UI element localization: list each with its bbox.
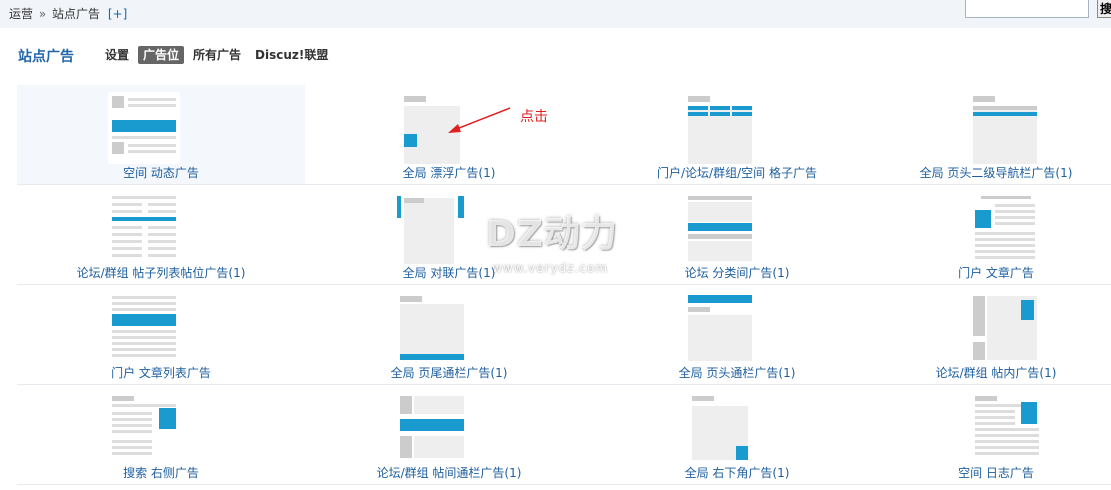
corner-ad-thumb [690, 390, 766, 466]
ad-position-header-banner[interactable]: 全局 页头通栏广告(1) [593, 285, 881, 385]
ad-position-label: 门户 文章列表广告 [111, 366, 211, 380]
ad-position-label: 全局 漂浮广告(1) [402, 166, 496, 180]
thread-inner-ad-thumb [971, 290, 1047, 366]
ad-position-label: 论坛/群组 帖内广告(1) [935, 366, 1057, 380]
ad-position-footer-banner[interactable]: 全局 页尾通栏广告(1) [305, 285, 593, 385]
ad-position-search-right[interactable]: 搜索 右侧广告 [17, 385, 305, 485]
ad-position-label: 搜索 右侧广告 [123, 466, 199, 480]
threadlist-ad-thumb [110, 190, 186, 266]
breadcrumb-root[interactable]: 运营 [9, 7, 33, 21]
subnav-ad-thumb [971, 90, 1047, 166]
ad-position-articlelist[interactable]: 门户 文章列表广告 [17, 285, 305, 385]
ad-position-intercat[interactable]: 论坛 分类间广告(1) [593, 185, 881, 285]
tab-settings[interactable]: 设置 [100, 46, 134, 64]
feed-ad-thumb [106, 90, 182, 166]
top-bar: 运营 » 站点广告 [+] 搜 [0, 0, 1111, 29]
search-input[interactable] [965, 0, 1089, 18]
ad-position-grid-cells[interactable]: 门户/论坛/群组/空间 格子广告 [593, 85, 881, 185]
add-shortcut-link[interactable]: [+] [108, 7, 127, 21]
annotation-arrow-icon [448, 107, 511, 133]
tab-bar: 设置 广告位 所有广告 Discuz!联盟 [100, 46, 333, 64]
breadcrumb-current: 站点广告 [52, 7, 101, 21]
search-right-ad-thumb [110, 390, 186, 466]
ad-position-threadlist[interactable]: 论坛/群组 帖子列表帖位广告(1) [17, 185, 305, 285]
grid-ad-thumb [686, 90, 762, 166]
articlelist-ad-thumb [110, 290, 186, 366]
header-banner-ad-thumb [686, 290, 762, 366]
ad-position-label: 门户 文章广告 [958, 266, 1034, 280]
interthread-ad-thumb [398, 390, 474, 466]
page-title: 站点广告 [18, 49, 74, 65]
ad-position-feed[interactable]: 空间 动态广告 [17, 85, 305, 185]
ad-position-label: 全局 右下角广告(1) [684, 466, 790, 480]
search-button[interactable]: 搜 [1097, 0, 1111, 18]
ad-position-grid: 空间 动态广告 全局 漂浮广告(1) 门户/论坛/群组/空间 格子广告 全局 页… [17, 85, 1111, 485]
tab-discuz-union[interactable]: Discuz!联盟 [250, 46, 333, 64]
tab-all-ads[interactable]: 所有广告 [188, 46, 246, 64]
ad-position-subnav[interactable]: 全局 页头二级导航栏广告(1) [881, 85, 1111, 185]
ad-position-interthread[interactable]: 论坛/群组 帖间通栏广告(1) [305, 385, 593, 485]
ad-position-label: 全局 页头二级导航栏广告(1) [919, 166, 1073, 180]
couplet-ad-thumb [392, 190, 468, 266]
breadcrumb: 运营 » 站点广告 [+] [9, 5, 127, 22]
ad-position-label: 论坛 分类间广告(1) [684, 266, 790, 280]
ad-position-label: 全局 页尾通栏广告(1) [390, 366, 508, 380]
article-ad-thumb [973, 190, 1049, 266]
ad-position-article[interactable]: 门户 文章广告 [881, 185, 1111, 285]
intercat-ad-thumb [686, 190, 762, 266]
ad-position-label: 全局 对联广告(1) [402, 266, 496, 280]
breadcrumb-separator: » [38, 7, 47, 21]
ad-position-blog[interactable]: 空间 日志广告 [881, 385, 1111, 485]
ad-position-label: 空间 日志广告 [958, 466, 1034, 480]
ad-position-thread-inner[interactable]: 论坛/群组 帖内广告(1) [881, 285, 1111, 385]
annotation-text: 点击 [520, 109, 548, 125]
title-row: 站点广告 设置 广告位 所有广告 Discuz!联盟 [0, 28, 1111, 74]
ad-position-label: 空间 动态广告 [123, 166, 199, 180]
ad-position-label: 论坛/群组 帖子列表帖位广告(1) [76, 266, 246, 280]
ad-position-label: 门户/论坛/群组/空间 格子广告 [657, 166, 817, 180]
blog-ad-thumb [973, 390, 1049, 466]
footer-banner-ad-thumb [398, 290, 474, 366]
ad-position-couplet[interactable]: 全局 对联广告(1) [305, 185, 593, 285]
ad-position-label: 全局 页头通栏广告(1) [678, 366, 796, 380]
ad-position-corner[interactable]: 全局 右下角广告(1) [593, 385, 881, 485]
tab-ad-positions[interactable]: 广告位 [138, 46, 185, 64]
ad-position-label: 论坛/群组 帖间通栏广告(1) [376, 466, 522, 480]
